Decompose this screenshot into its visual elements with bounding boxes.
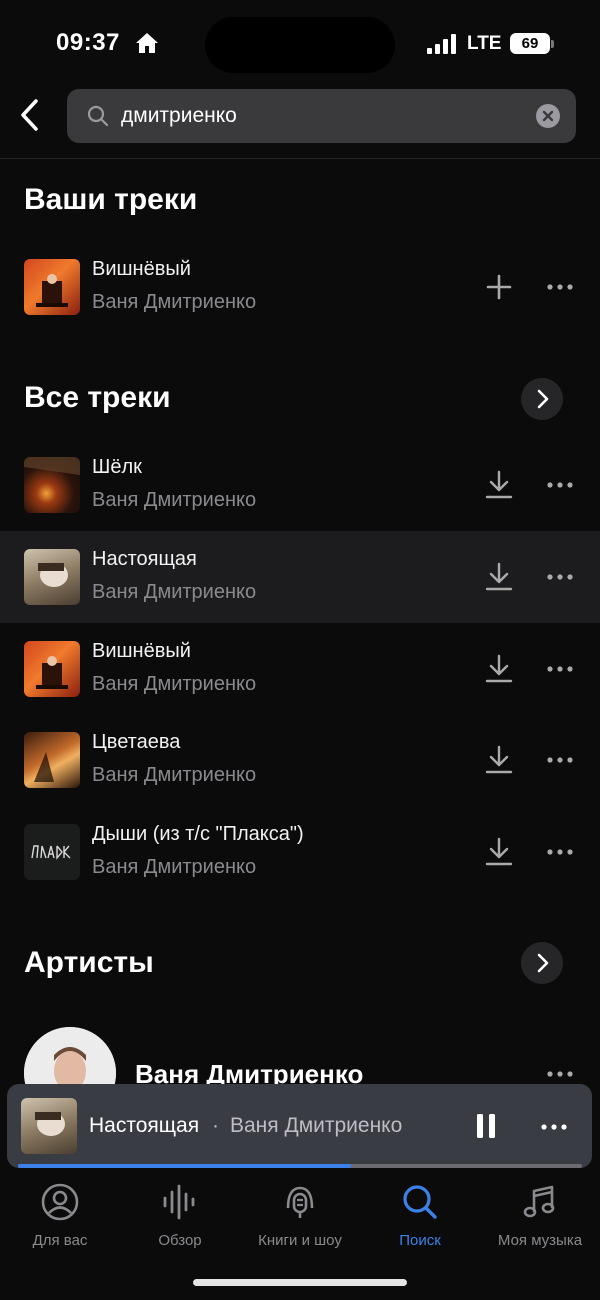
pause-icon[interactable]	[474, 1112, 498, 1140]
section-title-your-tracks: Ваши треки	[24, 183, 198, 216]
clear-search-icon[interactable]	[536, 104, 560, 128]
tab-my-music[interactable]: Моя музыка	[480, 1182, 600, 1252]
podcast-mic-icon	[286, 1186, 314, 1218]
more-icon[interactable]	[539, 1117, 569, 1137]
track-cover-cherry	[24, 259, 80, 315]
tab-label: Обзор	[158, 1232, 202, 1249]
tab-label: Для вас	[32, 1232, 88, 1249]
track-artist: Ваня Дмитриенко	[92, 489, 257, 511]
search-icon	[403, 1185, 437, 1219]
profile-icon	[41, 1183, 79, 1221]
track-row[interactable]: Шёлк Ваня Дмитриенко	[0, 439, 600, 531]
track-cover-tsvetaeva	[24, 732, 80, 788]
mini-player-cover	[21, 1098, 77, 1154]
back-button[interactable]	[14, 95, 48, 135]
section-title-artists: Артисты	[24, 946, 154, 979]
track-artist: Ваня Дмитриенко	[92, 291, 257, 313]
header-divider	[0, 158, 600, 159]
your-track-row[interactable]: Вишнёвый Ваня Дмитриенко	[0, 241, 600, 333]
more-icon[interactable]	[545, 567, 575, 587]
track-artist: Ваня Дмитриенко	[92, 764, 257, 786]
track-row-active[interactable]: Настоящая Ваня Дмитриенко	[0, 531, 600, 623]
track-artist: Ваня Дмитриенко	[92, 673, 257, 695]
more-icon[interactable]	[545, 842, 575, 862]
track-title: Вишнёвый	[92, 258, 191, 280]
mini-player-title: Настоящая	[89, 1114, 200, 1137]
mini-player[interactable]: Настоящая · Ваня Дмитриенко	[7, 1084, 592, 1168]
tab-for-you[interactable]: Для вас	[0, 1182, 120, 1252]
artists-chevron-right-icon[interactable]	[521, 942, 563, 984]
download-icon[interactable]	[484, 653, 514, 685]
track-cover-real	[24, 549, 80, 605]
track-title: Цветаева	[92, 731, 181, 753]
signal-icon	[427, 34, 459, 54]
more-icon[interactable]	[545, 1064, 575, 1084]
track-title: Дыши (из т/с "Плакса")	[92, 823, 304, 845]
playback-progress[interactable]	[18, 1164, 582, 1168]
home-indicator	[193, 1279, 407, 1286]
download-icon[interactable]	[484, 561, 514, 593]
dynamic-island	[205, 17, 395, 73]
track-title: Вишнёвый	[92, 640, 191, 662]
mini-player-artist: Ваня Дмитриенко	[230, 1114, 403, 1137]
plus-icon[interactable]	[484, 271, 514, 303]
status-time: 09:37	[56, 29, 120, 56]
track-artist: Ваня Дмитриенко	[92, 856, 257, 878]
track-title: Шёлк	[92, 456, 142, 478]
track-cover-silk	[24, 457, 80, 513]
more-icon[interactable]	[545, 659, 575, 679]
all-tracks-chevron-right-icon[interactable]	[521, 378, 563, 420]
tab-search[interactable]: Поиск	[360, 1182, 480, 1252]
home-icon	[136, 33, 158, 53]
download-icon[interactable]	[484, 744, 514, 776]
battery-icon: 69	[510, 33, 550, 54]
track-row[interactable]: Вишнёвый Ваня Дмитриенко	[0, 623, 600, 715]
download-icon[interactable]	[484, 836, 514, 868]
track-row[interactable]: Цветаева Ваня Дмитриенко	[0, 714, 600, 806]
playback-progress-fill	[18, 1164, 351, 1168]
download-icon[interactable]	[484, 469, 514, 501]
track-cover-cherry	[24, 641, 80, 697]
music-note-icon	[523, 1185, 555, 1218]
more-icon[interactable]	[545, 277, 575, 297]
track-cover-plaksa	[24, 824, 80, 880]
track-row[interactable]: Дыши (из т/с "Плакса") Ваня Дмитриенко	[0, 806, 600, 898]
search-input[interactable]	[121, 89, 521, 143]
tab-label: Поиск	[399, 1232, 441, 1249]
search-icon	[87, 105, 109, 127]
tab-books-shows[interactable]: Книги и шоу	[240, 1182, 360, 1252]
more-icon[interactable]	[545, 475, 575, 495]
mini-player-separator: ·	[212, 1114, 219, 1137]
network-type: LTE	[467, 33, 502, 54]
tab-label: Моя музыка	[497, 1232, 583, 1249]
waveform-icon	[163, 1184, 195, 1220]
tab-label: Книги и шоу	[258, 1232, 342, 1249]
section-title-all-tracks: Все треки	[24, 381, 171, 414]
status-bar: 09:37 LTE 69	[0, 0, 600, 88]
tab-browse[interactable]: Обзор	[120, 1182, 240, 1252]
battery-tip	[551, 40, 554, 48]
search-box[interactable]	[67, 89, 576, 143]
more-icon[interactable]	[545, 750, 575, 770]
track-artist: Ваня Дмитриенко	[92, 581, 257, 603]
track-title: Настоящая	[92, 548, 197, 570]
